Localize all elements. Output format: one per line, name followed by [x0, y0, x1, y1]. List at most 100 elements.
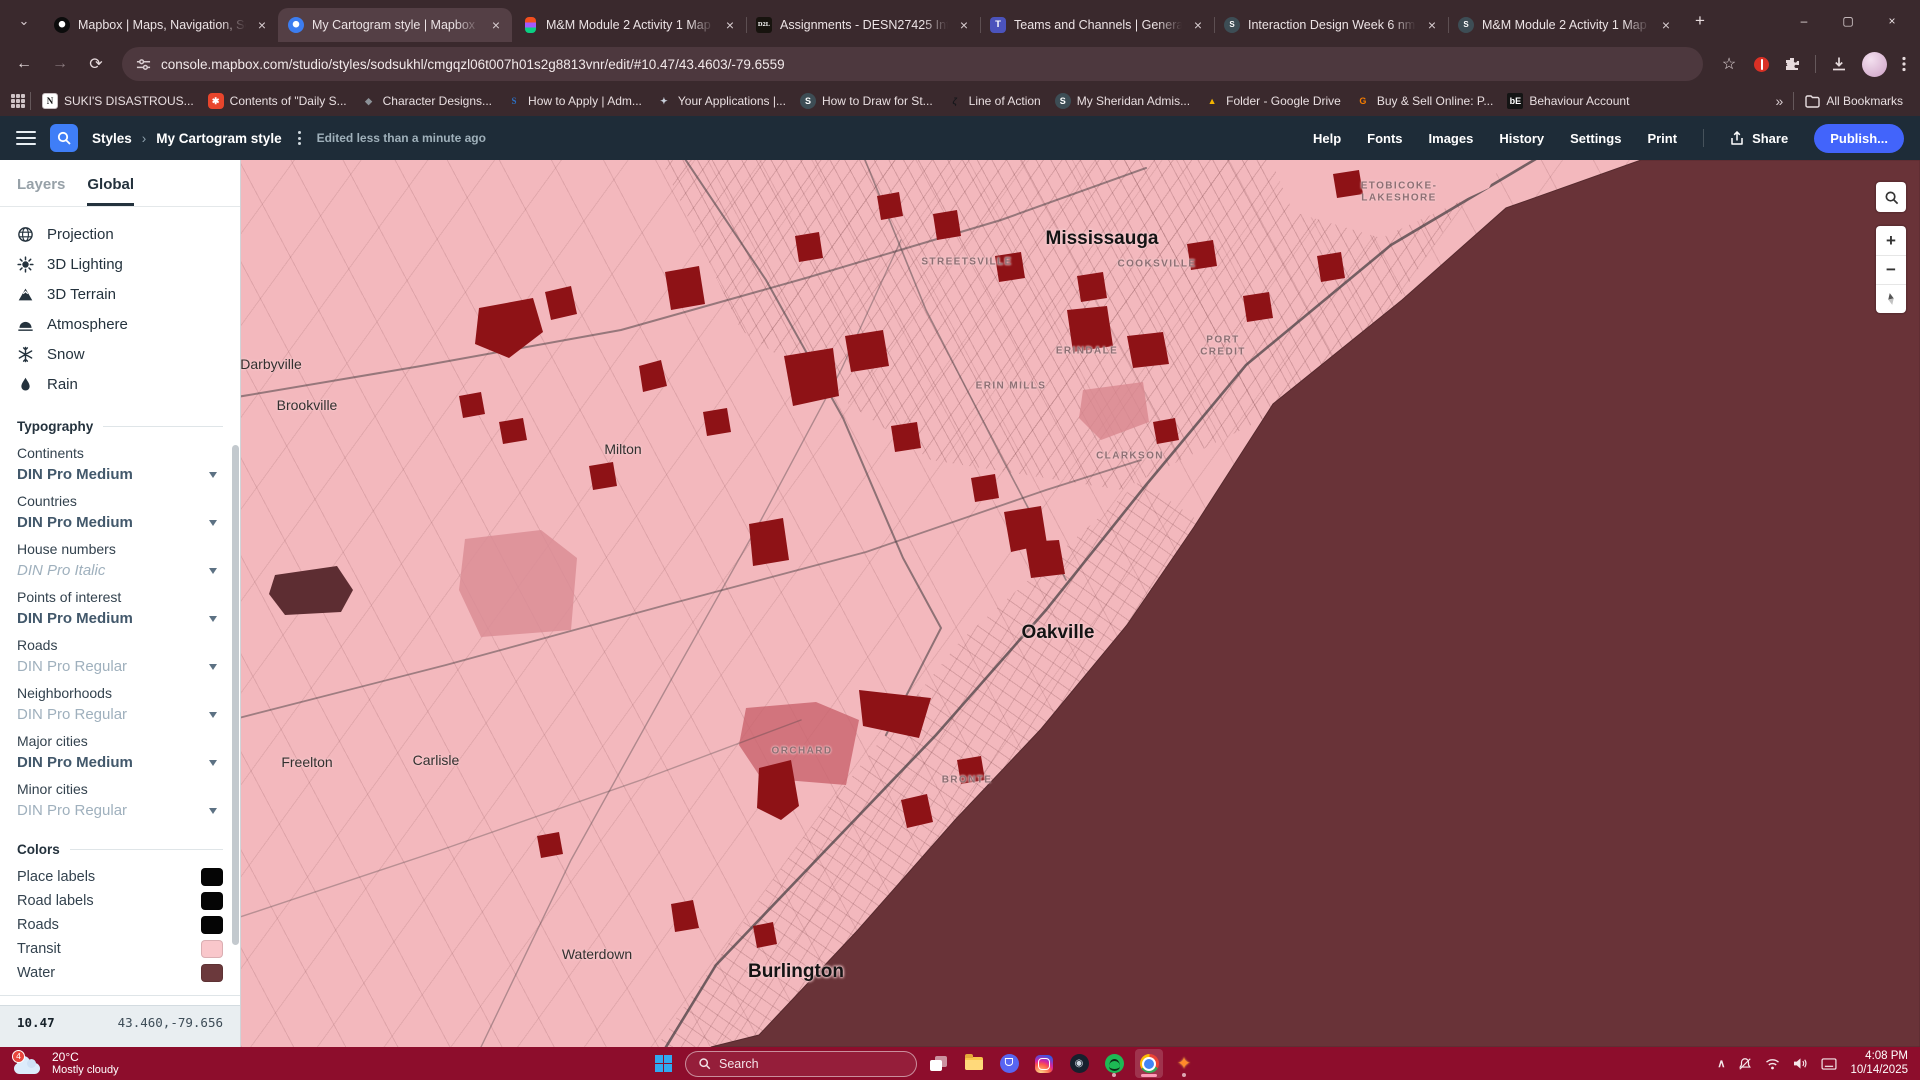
steam-taskbar-icon[interactable]: ◉	[1065, 1049, 1093, 1078]
browser-tab[interactable]: TTeams and Channels | General |×	[980, 8, 1214, 42]
bookmark-item[interactable]: SHow to Draw for St...	[793, 90, 940, 112]
close-window-icon[interactable]: ×	[1870, 0, 1914, 42]
all-bookmarks-button[interactable]: All Bookmarks	[1798, 91, 1910, 111]
global-item-terrain[interactable]: 3D Terrain	[0, 279, 240, 309]
browser-menu-icon[interactable]	[1902, 56, 1906, 72]
wifi-icon[interactable]	[1765, 1058, 1780, 1070]
studio-nav-fonts[interactable]: Fonts	[1367, 131, 1402, 146]
publish-button[interactable]: Publish...	[1814, 124, 1904, 153]
downloads-icon[interactable]	[1831, 56, 1847, 72]
mapbox-studio-logo[interactable]	[50, 124, 78, 152]
studio-nav-settings[interactable]: Settings	[1570, 131, 1621, 146]
bookmarks-overflow-chevron[interactable]: »	[1770, 93, 1790, 109]
browser-tab[interactable]: D2LAssignments - DESN27425 Inte×	[746, 8, 980, 42]
apps-grid-icon[interactable]	[10, 93, 26, 109]
discord-taskbar-icon[interactable]: ᗜ	[995, 1049, 1023, 1078]
weather-widget[interactable]: 4 20°C Mostly cloudy	[12, 1051, 119, 1077]
color-swatch[interactable]	[201, 916, 223, 934]
font-select[interactable]: DIN Pro Medium	[17, 754, 223, 771]
style-name[interactable]: My Cartogram style	[156, 131, 281, 146]
studio-nav-help[interactable]: Help	[1313, 131, 1341, 146]
tab-close-icon[interactable]: ×	[1658, 17, 1674, 33]
global-item-rain[interactable]: Rain	[0, 369, 240, 399]
breadcrumb-styles[interactable]: Styles	[92, 131, 132, 146]
color-swatch[interactable]	[201, 892, 223, 910]
zoom-out-button[interactable]: −	[1876, 255, 1906, 284]
task-view-button[interactable]	[930, 1056, 947, 1071]
sidebar-tab-global[interactable]: Global	[87, 176, 134, 206]
bookmark-item[interactable]: ζLine of Action	[940, 90, 1048, 112]
global-item-projection[interactable]: Projection	[0, 219, 240, 249]
notifications-off-icon[interactable]	[1738, 1057, 1752, 1071]
font-select[interactable]: DIN Pro Regular	[17, 658, 223, 675]
bookmark-item[interactable]: bEBehaviour Account	[1500, 90, 1636, 112]
tab-close-icon[interactable]: ×	[1190, 17, 1206, 33]
site-settings-icon[interactable]	[136, 57, 151, 72]
share-button[interactable]: Share	[1730, 131, 1788, 146]
profile-avatar[interactable]	[1862, 52, 1887, 77]
bookmark-item[interactable]: SHow to Apply | Adm...	[499, 90, 649, 112]
maximize-window-icon[interactable]: ▢	[1826, 0, 1870, 42]
bookmark-item[interactable]: ✦Your Applications |...	[649, 90, 793, 112]
back-icon[interactable]: ←	[14, 55, 34, 73]
tab-close-icon[interactable]: ×	[722, 17, 738, 33]
global-item-atmosphere[interactable]: Atmosphere	[0, 309, 240, 339]
creative-app-taskbar-icon[interactable]: ✦	[1170, 1049, 1198, 1078]
bookmark-item[interactable]: NSUKI'S DISASTROUS...	[35, 90, 201, 112]
forward-icon[interactable]: →	[50, 55, 70, 73]
tab-search-chevron-icon[interactable]: ⌄	[10, 7, 38, 35]
tab-close-icon[interactable]: ×	[488, 17, 504, 33]
color-swatch[interactable]	[201, 868, 223, 886]
studio-nav-images[interactable]: Images	[1429, 131, 1474, 146]
reload-icon[interactable]: ⟳	[86, 54, 106, 74]
new-tab-button[interactable]: +	[1686, 7, 1714, 35]
color-swatch[interactable]	[201, 940, 223, 958]
sidebar-scrollbar-thumb[interactable]	[232, 445, 239, 945]
browser-tab[interactable]: SInteraction Design Week 6 nm×	[1214, 8, 1448, 42]
bookmark-item[interactable]: ▲Folder - Google Drive	[1197, 90, 1348, 112]
studio-nav-print[interactable]: Print	[1647, 131, 1677, 146]
browser-tab[interactable]: M&M Module 2 Activity 1 Map×	[512, 8, 746, 42]
browser-tab[interactable]: Mapbox | Maps, Navigation, Se×	[44, 8, 278, 42]
global-item-snow[interactable]: Snow	[0, 339, 240, 369]
compass-bearing-button[interactable]	[1876, 284, 1906, 313]
taskbar-search[interactable]: Search	[685, 1051, 917, 1077]
sidebar-tab-layers[interactable]: Layers	[17, 176, 65, 206]
chrome-taskbar-icon[interactable]	[1135, 1049, 1163, 1078]
bookmark-item[interactable]: ◆Character Designs...	[354, 90, 499, 112]
browser-tab[interactable]: SM&M Module 2 Activity 1 Map×	[1448, 8, 1682, 42]
global-item-lighting[interactable]: 3D Lighting	[0, 249, 240, 279]
tab-close-icon[interactable]: ×	[956, 17, 972, 33]
touch-keyboard-icon[interactable]	[1821, 1058, 1837, 1070]
menu-hamburger-icon[interactable]	[16, 131, 36, 145]
file-explorer-taskbar-icon[interactable]	[960, 1049, 988, 1078]
volume-icon[interactable]	[1793, 1057, 1808, 1070]
extensions-puzzle-icon[interactable]	[1784, 56, 1800, 72]
extension-red-icon[interactable]	[1754, 57, 1769, 72]
font-select[interactable]: DIN Pro Medium	[17, 514, 223, 531]
tab-close-icon[interactable]: ×	[254, 17, 270, 33]
color-swatch[interactable]	[201, 964, 223, 982]
minimize-window-icon[interactable]: –	[1782, 0, 1826, 42]
browser-tab[interactable]: My Cartogram style | Mapbox×	[278, 8, 512, 42]
start-button[interactable]	[655, 1055, 672, 1072]
bookmark-star-icon[interactable]: ☆	[1719, 54, 1739, 74]
zoom-in-button[interactable]: +	[1876, 226, 1906, 255]
font-select[interactable]: DIN Pro Medium	[17, 466, 223, 483]
style-options-kebab-icon[interactable]	[296, 131, 303, 145]
spotify-taskbar-icon[interactable]	[1100, 1049, 1128, 1078]
font-select[interactable]: DIN Pro Regular	[17, 706, 223, 723]
map-search-button[interactable]	[1876, 182, 1906, 212]
bookmark-item[interactable]: SMy Sheridan Admis...	[1048, 90, 1197, 112]
address-bar[interactable]: console.mapbox.com/studio/styles/sodsukh…	[122, 47, 1703, 81]
bookmark-item[interactable]: ✱Contents of "Daily S...	[201, 90, 354, 112]
font-select[interactable]: DIN Pro Medium	[17, 610, 223, 627]
tab-close-icon[interactable]: ×	[1424, 17, 1440, 33]
hidden-icons-chevron-icon[interactable]: ∧	[1717, 1057, 1725, 1070]
map-canvas[interactable]: MississaugaOakvilleBurlingtonSTREETSVILL…	[241, 160, 1920, 1047]
studio-nav-history[interactable]: History	[1499, 131, 1544, 146]
bookmark-item[interactable]: GBuy & Sell Online: P...	[1348, 90, 1501, 112]
taskbar-clock[interactable]: 4:08 PM 10/14/2025	[1850, 1050, 1908, 1077]
font-select[interactable]: DIN Pro Regular	[17, 802, 223, 819]
font-select[interactable]: DIN Pro Italic	[17, 562, 223, 579]
